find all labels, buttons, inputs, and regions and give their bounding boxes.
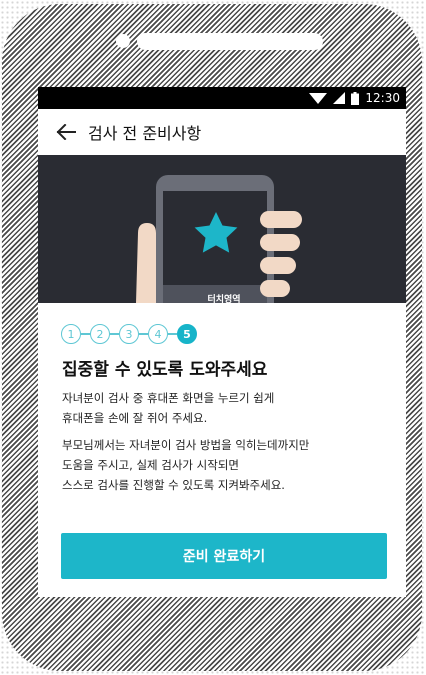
back-button[interactable] (46, 109, 86, 155)
speaker-grille (137, 33, 323, 50)
hand-holding-phone-illustration (136, 175, 302, 315)
phone-frame: 12:30 검사 전 준비사항 터치영역 1 2 3 4 5 집중할 수 있도록… (2, 4, 422, 671)
content-heading: 집중할 수 있도록 도와주세요 (62, 360, 268, 380)
step-2: 2 (90, 324, 110, 344)
finger-shape (260, 257, 296, 274)
status-time: 12:30 (365, 91, 400, 105)
wifi-icon (309, 93, 328, 104)
step-connector (110, 333, 119, 335)
hero-illustration (38, 155, 406, 315)
finger-shape (260, 234, 300, 251)
description-paragraph-1: 자녀분이 검사 중 휴대폰 화면을 누르기 쉽게 휴대폰을 손에 잘 쥐어 주세… (62, 391, 275, 425)
finger-shape (260, 280, 290, 297)
camera-icon (116, 34, 130, 48)
app-bar: 검사 전 준비사항 (38, 109, 406, 155)
step-connector (81, 333, 90, 335)
touch-area-label: 터치영역 (207, 295, 241, 305)
description-paragraph-2: 부모님께서는 자녀분이 검사 방법을 익히는데까지만 도움을 주시고, 실제 검… (62, 438, 310, 492)
complete-preparation-button[interactable]: 준비 완료하기 (61, 533, 387, 579)
signal-icon (333, 92, 346, 104)
phone-screen: 12:30 검사 전 준비사항 터치영역 1 2 3 4 5 집중할 수 있도록… (38, 87, 406, 597)
step-connector (139, 333, 148, 335)
step-3: 3 (119, 324, 139, 344)
finger-shape (260, 211, 302, 228)
page-title: 검사 전 준비사항 (88, 124, 202, 143)
step-4: 4 (148, 324, 168, 344)
battery-icon (351, 91, 360, 105)
step-5-current: 5 (177, 324, 197, 344)
step-1: 1 (61, 324, 81, 344)
step-indicator: 1 2 3 4 5 (61, 323, 197, 345)
thumb-shape (136, 223, 159, 303)
arrow-left-icon (56, 124, 76, 140)
step-connector (168, 333, 177, 335)
status-bar: 12:30 (38, 87, 406, 109)
